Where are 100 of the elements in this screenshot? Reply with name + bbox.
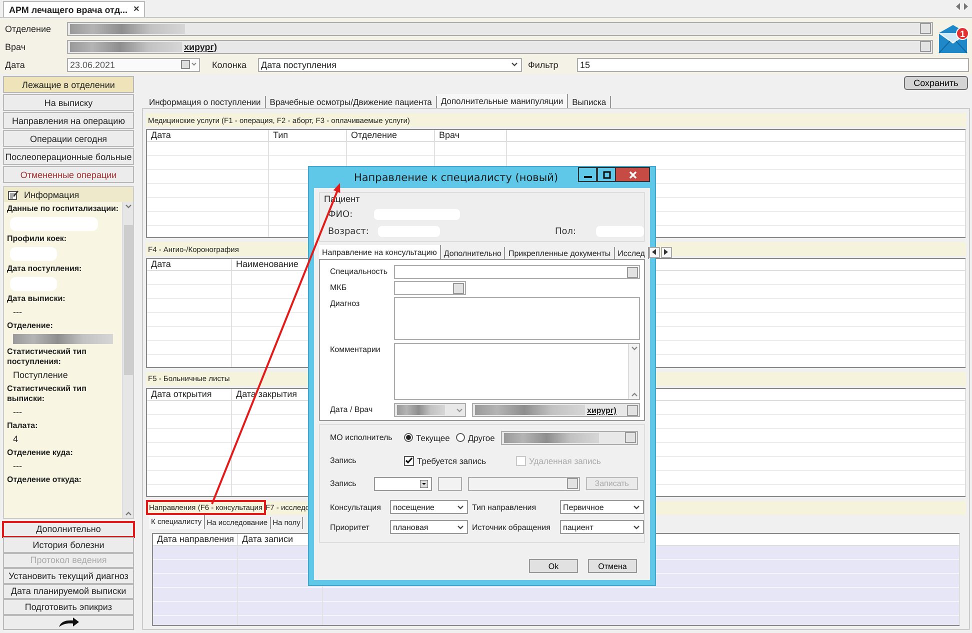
- tab[interactable]: Дополнительные манипуляции: [436, 94, 568, 108]
- maximize-button[interactable]: [597, 167, 616, 182]
- field-label: Специальность: [330, 266, 389, 276]
- dialog-button[interactable]: Ok: [529, 559, 578, 573]
- field-label: Дата: [5, 60, 26, 70]
- info-label: Статистический тип поступления:: [7, 347, 88, 367]
- scrollbar[interactable]: [628, 344, 639, 399]
- column-header[interactable]: Отделение: [347, 130, 435, 141]
- info-value: ---: [12, 461, 23, 472]
- info-label: Палата:: [7, 421, 39, 431]
- dropdown[interactable]: плановая: [390, 520, 468, 534]
- mkb-field[interactable]: [394, 281, 466, 295]
- info-value: 4: [12, 434, 20, 445]
- field-label: Отделение: [5, 24, 52, 34]
- column-header[interactable]: Дата направления: [153, 534, 238, 545]
- slot-field[interactable]: [438, 476, 462, 490]
- field-value: хирург): [184, 42, 218, 52]
- dropdown[interactable]: Первичное: [560, 500, 644, 514]
- column-header[interactable]: Врач: [435, 130, 507, 141]
- action-button[interactable]: [3, 614, 134, 630]
- column-select[interactable]: Дата поступления: [258, 58, 522, 72]
- field-label: Источник обращения: [472, 522, 552, 532]
- browse-button[interactable]: [625, 432, 636, 443]
- info-label: Профили коек:: [7, 234, 68, 244]
- doctor-field[interactable]: хирург): [472, 403, 640, 417]
- minimize-button[interactable]: [578, 167, 597, 182]
- dialog-button[interactable]: Отмена: [588, 559, 637, 573]
- browse-button[interactable]: [453, 282, 464, 294]
- redacted-value: [397, 405, 445, 415]
- info-label: Статистический тип выписки:: [7, 384, 88, 404]
- dropdown[interactable]: посещение: [390, 500, 468, 514]
- save-button[interactable]: Сохранить: [904, 76, 968, 90]
- date-field[interactable]: 23.06.2021: [67, 58, 200, 72]
- caret-left-icon: [652, 249, 656, 255]
- field-label: Фильтр: [528, 60, 560, 70]
- browse-button[interactable]: [920, 41, 931, 52]
- date-field[interactable]: [394, 403, 466, 417]
- info-label: Отделение куда:: [7, 448, 74, 458]
- arrow-left-icon[interactable]: [956, 3, 961, 10]
- field-label: Врач: [5, 42, 27, 52]
- field-label: МО исполнитель: [330, 433, 394, 442]
- info-label: Дата поступления:: [7, 264, 83, 274]
- radio-option[interactable]: Текущее: [404, 432, 450, 442]
- action-button[interactable]: Дополнительно: [3, 522, 134, 537]
- info-label: Данные по госпитализации:: [7, 204, 119, 214]
- field-label: ФИО:: [328, 210, 354, 220]
- department-field[interactable]: [67, 22, 933, 36]
- booking-select[interactable]: [374, 476, 432, 490]
- filter-field[interactable]: 15: [577, 58, 969, 72]
- field-label: МКБ: [330, 282, 348, 292]
- nav-button[interactable]: Лежащие в отделении: [3, 76, 134, 93]
- browse-button[interactable]: [920, 23, 931, 34]
- field-label: Тип направления: [472, 502, 538, 512]
- browse-button[interactable]: [627, 266, 638, 278]
- blank-value: [10, 277, 57, 291]
- browse-button[interactable]: [566, 478, 578, 489]
- column-header[interactable]: Дата открытия: [147, 388, 232, 400]
- specialty-field[interactable]: [394, 265, 640, 279]
- comments-field[interactable]: [394, 343, 640, 400]
- close-button[interactable]: ×: [134, 4, 140, 15]
- column-header[interactable]: Тип: [269, 130, 347, 141]
- action-button[interactable]: Установить текущий диагноз: [3, 568, 134, 584]
- field-label: Дата / Врач: [330, 404, 374, 414]
- nav-button[interactable]: На выписку: [3, 94, 134, 111]
- action-button[interactable]: История болезни: [3, 537, 134, 552]
- action-button[interactable]: Дата планируемой выписки: [3, 584, 134, 599]
- checkbox-option[interactable]: Требуется запись: [404, 456, 486, 466]
- dropdown[interactable]: пациент: [560, 520, 644, 534]
- field-label: Запись: [330, 456, 358, 465]
- arrow-right-icon[interactable]: [963, 3, 968, 10]
- panel-title: Информация: [24, 190, 80, 200]
- field-label: Возраст:: [328, 226, 370, 236]
- slot-field[interactable]: [468, 476, 580, 490]
- doctor-field[interactable]: хирург): [67, 40, 933, 54]
- column-header[interactable]: Дата: [147, 130, 269, 141]
- tab[interactable]: Направление на консультацию: [319, 245, 441, 259]
- blank-value: [10, 247, 57, 261]
- radio-option[interactable]: Другое: [456, 432, 495, 442]
- scrollbar[interactable]: [122, 202, 133, 518]
- field-label: Запись: [330, 479, 358, 488]
- close-button[interactable]: [616, 167, 650, 182]
- nav-button[interactable]: Отмененные операции: [3, 166, 134, 183]
- info-value: ---: [12, 407, 23, 418]
- organization-field[interactable]: [500, 430, 638, 444]
- diagnosis-field[interactable]: [394, 297, 640, 340]
- curved-arrow-icon: [58, 616, 80, 628]
- nav-button[interactable]: Послеоперационные больные: [3, 148, 134, 165]
- nav-button[interactable]: Операции сегодня: [3, 130, 134, 147]
- action-button[interactable]: Подготовить эпикриз: [3, 599, 134, 614]
- calendar-icon[interactable]: [181, 60, 197, 69]
- info-label: Отделение:: [7, 321, 54, 331]
- info-label: Дата выписки:: [7, 294, 66, 304]
- field-label: Колонка: [212, 60, 248, 70]
- field-label: Комментарии: [330, 344, 382, 354]
- nav-button[interactable]: Направления на операцию: [3, 112, 134, 129]
- dropdown-arrow-icon: [420, 480, 428, 488]
- column-header[interactable]: Дата: [147, 259, 232, 270]
- notepad-icon: [8, 190, 19, 200]
- app-tab[interactable]: АРМ лечащего врача отд... ×: [3, 1, 146, 17]
- browse-button[interactable]: [627, 404, 638, 416]
